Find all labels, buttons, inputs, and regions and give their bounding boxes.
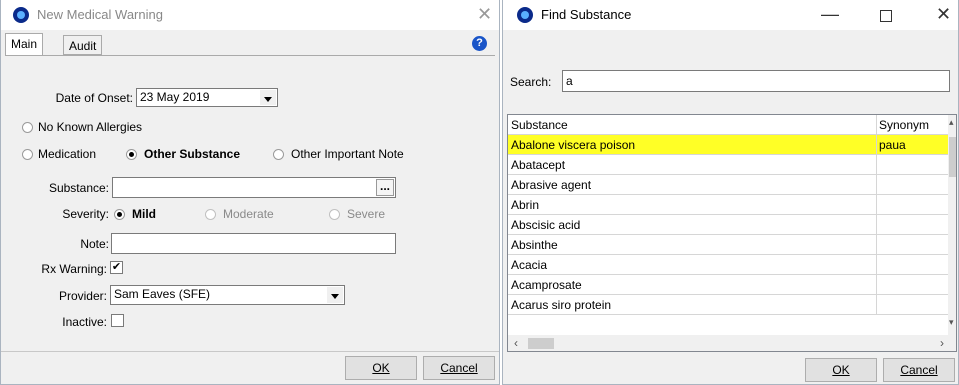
title-bar: New Medical Warning ✕	[1, 0, 499, 30]
tab-main[interactable]: Main	[5, 33, 44, 55]
medical-warning-dialog: New Medical Warning ✕ Main Audit ? Date …	[0, 0, 500, 385]
close-icon[interactable]: ✕	[936, 4, 951, 24]
note-input[interactable]	[111, 233, 396, 254]
close-icon[interactable]: ✕	[477, 4, 492, 24]
date-of-onset-select[interactable]: 23 May 2019	[136, 88, 278, 107]
severity-label: Severity:	[62, 207, 109, 221]
tab-audit[interactable]: Audit	[63, 35, 103, 55]
scroll-down-icon[interactable]: ▾	[949, 317, 954, 328]
table-row[interactable]: Abscisic acid	[508, 215, 948, 235]
severity-severe-label: Severe	[347, 207, 386, 221]
ok-label: OK	[372, 361, 390, 375]
note-label: Note:	[80, 237, 109, 251]
table-row[interactable]: Acarus siro protein	[508, 295, 948, 315]
table-row[interactable]: Absinthe	[508, 235, 948, 255]
severity-mild-label: Mild	[132, 207, 156, 221]
column-header-substance[interactable]: Substance	[511, 118, 568, 132]
dialog-title: Find Substance	[541, 7, 632, 22]
dialog-title: New Medical Warning	[37, 7, 163, 22]
checkmark-icon: ✔	[111, 261, 122, 273]
browse-substance-button[interactable]: ...	[376, 179, 394, 196]
cancel-button[interactable]: Cancel	[883, 358, 955, 382]
table-row[interactable]: Abalone viscera poison paua	[508, 135, 948, 155]
inactive-label: Inactive:	[62, 315, 107, 329]
search-input[interactable]: a	[562, 70, 950, 92]
severity-mild-radio[interactable]	[114, 209, 125, 220]
severity-moderate-radio[interactable]	[205, 209, 216, 220]
substance-input[interactable]	[112, 177, 396, 198]
date-of-onset-value: 23 May 2019	[140, 90, 210, 104]
table-row[interactable]: Acamprosate	[508, 275, 948, 295]
date-of-onset-label: Date of Onset:	[55, 91, 133, 105]
rx-warning-label: Rx Warning:	[41, 262, 107, 276]
column-header-synonym[interactable]: Synonym	[876, 115, 948, 134]
table-row[interactable]: Abrasive agent	[508, 175, 948, 195]
scrollbar-thumb[interactable]	[949, 137, 956, 177]
maximize-icon[interactable]	[880, 10, 892, 22]
ok-button[interactable]: OK	[805, 358, 877, 382]
find-substance-dialog: Find Substance — ✕ Search: a Substance S…	[502, 0, 959, 385]
search-label: Search:	[510, 75, 552, 89]
chevron-down-icon[interactable]	[327, 287, 343, 303]
ok-button[interactable]: OK	[345, 356, 417, 380]
severity-moderate-label: Moderate	[223, 207, 274, 221]
scrollbar-thumb[interactable]	[528, 338, 554, 349]
other-substance-radio[interactable]	[126, 149, 137, 160]
scroll-up-icon[interactable]: ▴	[949, 117, 954, 128]
substance-label: Substance:	[48, 181, 109, 195]
ok-label: OK	[832, 363, 850, 377]
app-icon	[517, 7, 533, 23]
substance-grid: Substance Synonym Abalone viscera poison…	[507, 114, 957, 352]
help-icon[interactable]: ?	[472, 36, 487, 51]
minimize-icon[interactable]: —	[821, 4, 839, 24]
app-icon	[13, 7, 29, 23]
other-substance-label: Other Substance	[144, 147, 241, 161]
provider-label: Provider:	[58, 289, 107, 303]
other-important-note-radio[interactable]	[273, 149, 284, 160]
severity-severe-radio[interactable]	[329, 209, 340, 220]
scroll-left-icon[interactable]: ‹	[514, 336, 518, 350]
provider-value: Sam Eaves (SFE)	[114, 287, 211, 301]
cancel-label: Cancel	[440, 361, 478, 375]
horizontal-scrollbar[interactable]: ‹ ›	[508, 335, 956, 351]
chevron-down-icon[interactable]	[260, 90, 276, 105]
medication-radio[interactable]	[22, 149, 33, 160]
table-row[interactable]: Acacia	[508, 255, 948, 275]
cancel-button[interactable]: Cancel	[423, 356, 495, 380]
no-known-allergies-radio[interactable]	[22, 122, 33, 133]
medication-label: Medication	[38, 147, 97, 161]
grid-header: Substance Synonym	[508, 115, 948, 135]
provider-select[interactable]: Sam Eaves (SFE)	[110, 285, 345, 305]
title-bar: Find Substance — ✕	[503, 0, 958, 30]
table-row[interactable]: Abatacept	[508, 155, 948, 175]
rx-warning-checkbox[interactable]: ✔	[110, 261, 123, 274]
cancel-label: Cancel	[900, 363, 938, 377]
other-important-note-label: Other Important Note	[291, 147, 404, 161]
inactive-checkbox[interactable]	[111, 314, 124, 327]
scroll-right-icon[interactable]: ›	[940, 336, 944, 350]
button-bar-divider	[1, 351, 499, 352]
no-known-allergies-label: No Known Allergies	[38, 120, 143, 134]
vertical-scrollbar[interactable]: ▴ ▾	[948, 115, 956, 335]
table-row[interactable]: Abrin	[508, 195, 948, 215]
